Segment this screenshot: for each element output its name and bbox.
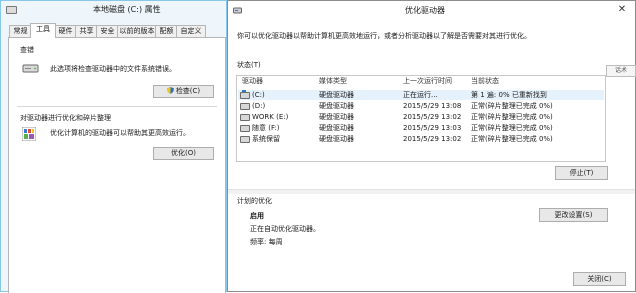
schedule-detail: 正在自动优化驱动器。	[250, 225, 320, 233]
last-run: 正在运行...	[403, 91, 438, 99]
tab-tools[interactable]: 工具	[30, 23, 56, 38]
check-button[interactable]: 检查(C)	[153, 85, 214, 98]
table-row[interactable]: WORK (E:) 硬盘驱动器 2015/5/29 13:02 正常(碎片整理已…	[238, 112, 604, 122]
optimize-drives-window: 优化驱动器 ✕ 你可以优化驱动器以帮助计算机更高效地运行，或者分析驱动器以了解是…	[227, 0, 636, 292]
drive-list[interactable]: 驱动器 媒体类型 上一次运行时间 当前状态 (C:) 硬盘驱动器 正在运行...…	[236, 75, 606, 162]
last-run: 2015/5/29 13:08	[403, 102, 462, 110]
section-divider	[228, 189, 635, 194]
column-header-current-status[interactable]: 当前状态	[471, 76, 499, 87]
column-header-drive[interactable]: 驱动器	[242, 76, 263, 87]
check-button-label: 检查(C)	[175, 87, 201, 95]
drive-status: 正常(碎片整理已完成 0%)	[471, 135, 553, 143]
schedule-state: 启用	[250, 212, 264, 220]
drive-icon	[240, 103, 250, 110]
tab-quota[interactable]: 配额	[155, 25, 178, 37]
table-row[interactable]: (D:) 硬盘驱动器 2015/5/29 13:08 正常(碎片整理已完成 0%…	[238, 101, 604, 111]
drive-name: (D:)	[252, 102, 266, 110]
optimize-heading: 对驱动器进行优化和碎片整理	[20, 114, 111, 122]
tab-security[interactable]: 安全	[96, 25, 119, 37]
drive-icon	[6, 6, 17, 14]
optimize-button[interactable]: 优化(O)	[153, 147, 214, 160]
table-row[interactable]: 随意 (F:) 硬盘驱动器 2015/5/29 13:03 正常(碎片整理已完成…	[238, 123, 604, 133]
close-button[interactable]: 关闭(C)	[573, 272, 626, 286]
change-settings-button[interactable]: 更改设置(S)	[539, 208, 608, 222]
drive-name: 系统保留	[252, 135, 280, 143]
drive-status: 第 1 遍: 0% 已重新找到	[471, 91, 547, 99]
last-run: 2015/5/29 13:03	[403, 124, 462, 132]
tab-customize[interactable]: 自定义	[176, 25, 206, 37]
column-header-media-type[interactable]: 媒体类型	[319, 76, 347, 87]
tooltip: 话术	[606, 65, 636, 77]
tab-general[interactable]: 常规	[9, 25, 32, 37]
last-run: 2015/5/29 13:02	[403, 135, 462, 143]
drive-name: (C:)	[252, 91, 265, 99]
error-check-description: 此选项将检查驱动器中的文件系统错误。	[50, 65, 176, 73]
table-row[interactable]: 系统保留 硬盘驱动器 2015/5/29 13:02 正常(碎片整理已完成 0%…	[238, 134, 604, 144]
optimizer-titlebar: 优化驱动器 ✕	[228, 1, 635, 20]
optimize-description: 优化计算机的驱动器可以帮助其更高效运行。	[50, 129, 190, 137]
drive-icon	[240, 125, 250, 132]
drive-status: 正常(碎片整理已完成 0%)	[471, 102, 553, 110]
optimizer-title: 优化驱动器	[405, 6, 445, 15]
table-row[interactable]: (C:) 硬盘驱动器 正在运行... 第 1 遍: 0% 已重新找到	[238, 90, 604, 100]
media-type: 硬盘驱动器	[319, 135, 354, 143]
tools-tab-panel: 查错 此选项将检查驱动器中的文件系统错误。 检查(C) 对驱动器进行优化和碎片整…	[8, 37, 226, 293]
drive-properties-window: 本地磁盘 (C:) 属性 常规 工具 硬件 共享 安全 以前的版本 配额 自定义…	[0, 0, 227, 293]
stop-button[interactable]: 停止(T)	[555, 166, 608, 180]
media-type: 硬盘驱动器	[319, 91, 354, 99]
defrag-icon	[21, 126, 37, 142]
drive-status: 正常(碎片整理已完成 0%)	[471, 113, 553, 121]
tab-sharing[interactable]: 共享	[75, 25, 98, 37]
optimizer-intro: 你可以优化驱动器以帮助计算机更高效地运行，或者分析驱动器以了解是否需要对其进行优…	[237, 32, 531, 40]
error-check-heading: 查错	[20, 46, 34, 54]
properties-titlebar: 本地磁盘 (C:) 属性	[1, 1, 226, 17]
system-drive-icon	[240, 90, 250, 99]
scheduled-heading: 计划的优化	[237, 197, 272, 205]
drive-name: WORK (E:)	[252, 113, 289, 121]
tab-hardware[interactable]: 硬件	[54, 25, 77, 37]
hard-drive-icon	[22, 63, 39, 73]
media-type: 硬盘驱动器	[319, 113, 354, 121]
section-divider	[17, 106, 217, 107]
last-run: 2015/5/29 13:02	[403, 113, 462, 121]
shield-icon	[166, 87, 174, 94]
media-type: 硬盘驱动器	[319, 102, 354, 110]
drive-icon	[240, 114, 250, 121]
properties-title: 本地磁盘 (C:) 属性	[93, 5, 161, 14]
close-icon[interactable]: ✕	[615, 4, 629, 16]
column-header-last-run[interactable]: 上一次运行时间	[403, 76, 452, 87]
drive-status: 正常(碎片整理已完成 0%)	[471, 124, 553, 132]
schedule-frequency: 频率: 每周	[250, 238, 283, 246]
status-heading: 状态(T)	[237, 61, 261, 69]
tab-previous-versions[interactable]: 以前的版本	[117, 25, 157, 37]
media-type: 硬盘驱动器	[319, 124, 354, 132]
drive-name: 随意 (F:)	[252, 124, 280, 132]
drive-icon	[240, 136, 250, 143]
optimizer-app-icon	[233, 6, 242, 15]
